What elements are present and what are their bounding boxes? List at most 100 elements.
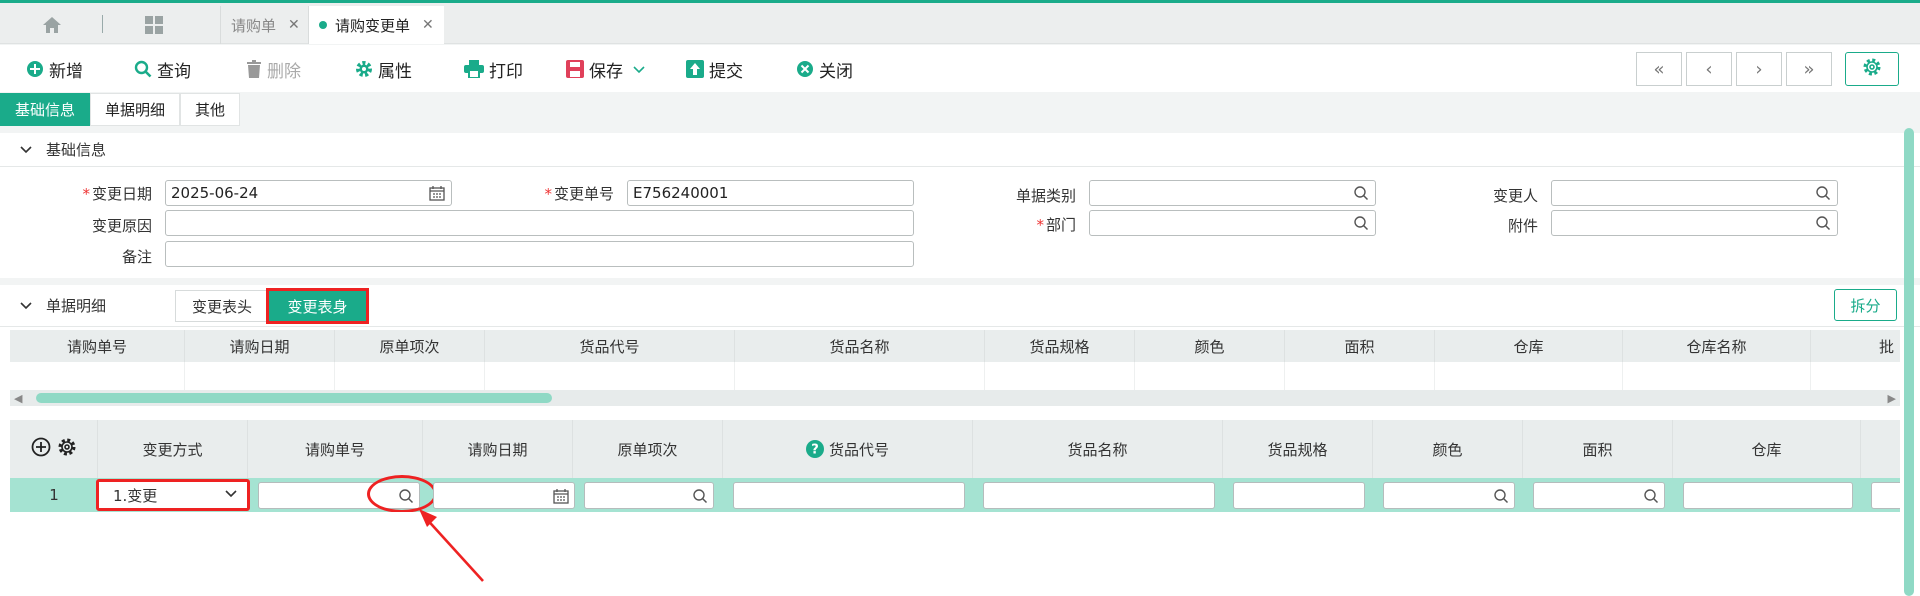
grid2-col-header[interactable]: 请购单号 <box>248 420 423 478</box>
area-input[interactable] <box>1533 482 1665 509</box>
vertical-scrollbar[interactable] <box>1904 128 1914 596</box>
grid2-col-header[interactable]: 仓库 <box>1673 420 1861 478</box>
calendar-icon[interactable] <box>429 185 445 201</box>
first-record-button[interactable]: « <box>1636 52 1682 86</box>
grid-icon[interactable] <box>140 13 168 37</box>
tab-detail[interactable]: 单据明细 <box>90 93 181 126</box>
prev-record-button[interactable]: ‹ <box>1686 52 1732 86</box>
chevron-down-icon[interactable] <box>633 59 645 79</box>
dept-field[interactable] <box>1089 210 1376 236</box>
grid1-col-header[interactable]: 仓库名称 <box>1623 330 1811 362</box>
close-icon[interactable]: ✕ <box>288 17 300 33</box>
page-tabs: 基础信息 单据明细 其他 <box>0 93 241 126</box>
close-button[interactable]: 关闭 <box>796 57 853 82</box>
tab-label: 请购单 <box>231 16 277 35</box>
add-row-icon[interactable] <box>31 437 51 461</box>
add-button[interactable]: 新增 <box>26 57 83 82</box>
section-title: 单据明细 <box>46 297 107 315</box>
search-icon[interactable] <box>1815 215 1831 231</box>
search-icon[interactable] <box>1643 488 1659 504</box>
scroll-left-icon[interactable]: ◀ <box>14 392 22 405</box>
grid1-cell <box>485 362 735 390</box>
next-record-button[interactable]: › <box>1736 52 1782 86</box>
attach-field[interactable] <box>1551 210 1838 236</box>
search-icon <box>134 60 152 78</box>
home-icon[interactable] <box>32 13 72 37</box>
grid1-col-header[interactable]: 货品名称 <box>735 330 985 362</box>
grid2-col-header[interactable]: 货品名称 <box>973 420 1223 478</box>
goods-code-input[interactable] <box>733 482 965 509</box>
printer-icon <box>464 60 484 78</box>
search-icon[interactable] <box>1493 488 1509 504</box>
horizontal-scrollbar[interactable]: ◀ ▶ <box>10 390 1900 406</box>
print-label: 打印 <box>489 61 523 82</box>
basic-info-header[interactable]: 基础信息 <box>0 133 1920 167</box>
tab-bar: 请购单 ✕ 请购变更单 ✕ <box>0 3 1920 44</box>
grid1-cell <box>335 362 485 390</box>
first-icon: « <box>1653 58 1665 80</box>
grid1-col-header[interactable]: 货品规格 <box>985 330 1135 362</box>
scroll-right-icon[interactable]: ▶ <box>1888 392 1896 405</box>
grid2-col-header[interactable]: 面积 <box>1523 420 1673 478</box>
reason-field[interactable] <box>165 210 914 236</box>
changer-field[interactable] <box>1551 180 1838 206</box>
properties-button[interactable]: 属性 <box>355 57 412 82</box>
tab-other[interactable]: 其他 <box>180 93 241 126</box>
next-column-input[interactable] <box>1871 482 1900 509</box>
tab-purchase-change[interactable]: 请购变更单 ✕ <box>308 6 444 44</box>
print-button[interactable]: 打印 <box>464 57 523 82</box>
last-record-button[interactable]: » <box>1786 52 1832 86</box>
search-icon[interactable] <box>1353 215 1369 231</box>
grid2-col-header[interactable]: 货品规格 <box>1223 420 1373 478</box>
grid1-col-header[interactable]: 请购日期 <box>185 330 335 362</box>
settings-button[interactable] <box>1845 52 1899 86</box>
change-mode-select[interactable]: 1.变更 <box>96 479 250 511</box>
delete-label: 删除 <box>267 61 301 82</box>
grid1-col-header[interactable]: 面积 <box>1285 330 1435 362</box>
tab-basic-info[interactable]: 基础信息 <box>0 93 91 126</box>
change-date-field[interactable]: 2025-06-24 <box>165 180 452 206</box>
save-button[interactable]: 保存 <box>566 57 645 82</box>
search-icon[interactable] <box>1353 185 1369 201</box>
last-icon: » <box>1803 58 1815 80</box>
search-icon[interactable] <box>692 488 708 504</box>
grid1-col-header[interactable]: 批 <box>1811 330 1900 362</box>
grid1-col-header[interactable]: 仓库 <box>1435 330 1623 362</box>
color-input[interactable] <box>1383 482 1515 509</box>
header-label: 货品代号 <box>828 440 889 459</box>
grid1-col-header[interactable]: 颜色 <box>1135 330 1285 362</box>
gear-icon[interactable] <box>57 437 77 461</box>
grid1-col-header[interactable]: 原单项次 <box>335 330 485 362</box>
goods-name-input[interactable] <box>983 482 1215 509</box>
tab-purchase-request[interactable]: 请购单 ✕ <box>220 6 310 44</box>
grid2-col-header[interactable]: 请购日期 <box>423 420 573 478</box>
calendar-icon[interactable] <box>553 488 569 504</box>
grid1-col-header[interactable]: 请购单号 <box>10 330 185 362</box>
floppy-icon <box>566 60 584 78</box>
remark-field[interactable] <box>165 241 914 267</box>
change-head-button[interactable]: 变更表头 <box>175 290 269 322</box>
search-icon[interactable] <box>1815 185 1831 201</box>
orig-item-input[interactable] <box>584 482 714 509</box>
help-icon[interactable]: ? <box>805 440 824 458</box>
grid2-col-header-goods-code[interactable]: ? 货品代号 <box>723 420 973 478</box>
table-row[interactable]: 1 1.变更 <box>10 475 1900 513</box>
grid2-col-header[interactable]: 原单项次 <box>573 420 723 478</box>
goods-spec-input[interactable] <box>1233 482 1365 509</box>
warehouse-input[interactable] <box>1683 482 1853 509</box>
query-button[interactable]: 查询 <box>134 57 191 82</box>
chevron-down-icon <box>20 301 32 310</box>
doc-type-field[interactable] <box>1089 180 1376 206</box>
grid2-col-header[interactable]: 变更方式 <box>98 420 248 478</box>
submit-button[interactable]: 提交 <box>686 57 743 82</box>
change-no-field[interactable]: E756240001 <box>627 180 914 206</box>
change-body-button[interactable]: 变更表身 <box>266 288 369 324</box>
split-button[interactable]: 拆分 <box>1834 289 1897 321</box>
delete-button[interactable]: 删除 <box>246 57 301 82</box>
close-icon[interactable]: ✕ <box>422 17 434 33</box>
grid1-cell <box>1285 362 1435 390</box>
close-label: 关闭 <box>819 61 853 82</box>
scrollbar-thumb[interactable] <box>36 393 552 403</box>
grid2-col-header[interactable]: 颜色 <box>1373 420 1523 478</box>
grid1-col-header[interactable]: 货品代号 <box>485 330 735 362</box>
